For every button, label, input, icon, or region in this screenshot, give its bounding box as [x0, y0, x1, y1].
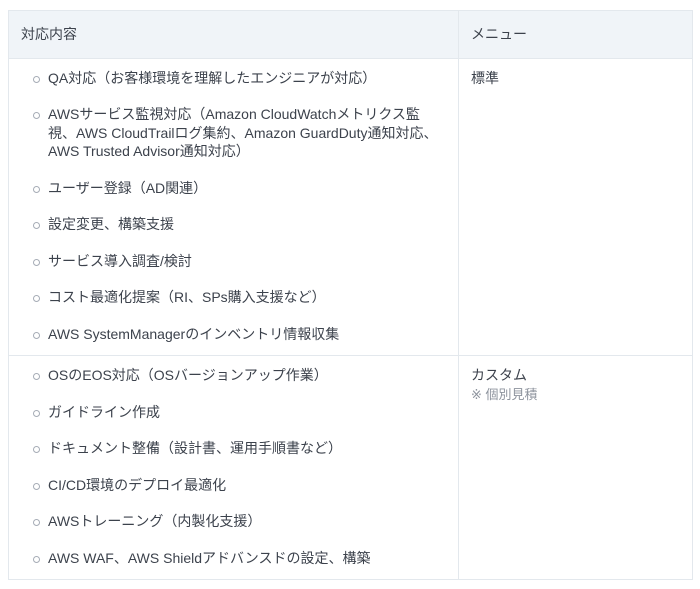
- list-item-text: AWSトレーニング（内製化支援）: [48, 513, 261, 529]
- header-menu-column: メニュー: [459, 11, 693, 59]
- list-item: AWSトレーニング（内製化支援）: [21, 512, 446, 531]
- list-item: AWS WAF、AWS Shieldアドバンスドの設定、構築: [21, 549, 446, 568]
- circle-bullet-icon: [33, 222, 40, 229]
- table-row-custom: OSのEOS対応（OSバージョンアップ作業） ガイドライン作成 ドキュメント整備…: [9, 356, 693, 580]
- list-item-text: サービス導入調査/検討: [48, 253, 192, 269]
- list-item-text: ドキュメント整備（設計書、運用手順書など）: [48, 440, 342, 456]
- list-item: CI/CD環境のデプロイ最適化: [21, 476, 446, 495]
- list-item: OSのEOS対応（OSバージョンアップ作業）: [21, 366, 446, 385]
- list-item: QA対応（お客様環境を理解したエンジニアが対応）: [21, 69, 446, 88]
- menu-value: カスタム: [471, 366, 680, 385]
- list-item-text: コスト最適化提案（RI、SPs購入支援など）: [48, 289, 326, 305]
- list-item-text: AWS SystemManagerのインベントリ情報収集: [48, 326, 339, 342]
- list-item: 設定変更、構築支援: [21, 215, 446, 234]
- header-row: 対応内容 メニュー: [9, 11, 693, 59]
- list-item-text: QA対応（お客様環境を理解したエンジニアが対応）: [48, 70, 376, 86]
- list-item-text: ユーザー登録（AD関連）: [48, 180, 207, 196]
- circle-bullet-icon: [33, 332, 40, 339]
- table-row-standard: QA対応（お客様環境を理解したエンジニアが対応） AWSサービス監視対応（Ama…: [9, 58, 693, 356]
- circle-bullet-icon: [33, 373, 40, 380]
- list-item: ドキュメント整備（設計書、運用手順書など）: [21, 439, 446, 458]
- circle-bullet-icon: [33, 446, 40, 453]
- content-cell-standard: QA対応（お客様環境を理解したエンジニアが対応） AWSサービス監視対応（Ama…: [9, 58, 459, 356]
- circle-bullet-icon: [33, 519, 40, 526]
- list-item: ガイドライン作成: [21, 403, 446, 422]
- service-menu-table: 対応内容 メニュー QA対応（お客様環境を理解したエンジニアが対応） AWSサー…: [8, 10, 693, 580]
- list-item: AWS SystemManagerのインベントリ情報収集: [21, 325, 446, 344]
- list-item-text: AWS WAF、AWS Shieldアドバンスドの設定、構築: [48, 550, 370, 566]
- list-item-text: 設定変更、構築支援: [48, 216, 174, 232]
- circle-bullet-icon: [33, 112, 40, 119]
- page: 対応内容 メニュー QA対応（お客様環境を理解したエンジニアが対応） AWSサー…: [0, 0, 700, 589]
- circle-bullet-icon: [33, 186, 40, 193]
- custom-item-list: OSのEOS対応（OSバージョンアップ作業） ガイドライン作成 ドキュメント整備…: [21, 366, 446, 567]
- list-item: サービス導入調査/検討: [21, 252, 446, 271]
- list-item-text: CI/CD環境のデプロイ最適化: [48, 477, 226, 493]
- list-item: ユーザー登録（AD関連）: [21, 179, 446, 198]
- menu-cell-custom: カスタム ※ 個別見積: [459, 356, 693, 580]
- list-item-text: AWSサービス監視対応（Amazon CloudWatchメトリクス監視、AWS…: [48, 106, 437, 159]
- header-content-column: 対応内容: [9, 11, 459, 59]
- circle-bullet-icon: [33, 483, 40, 490]
- content-cell-custom: OSのEOS対応（OSバージョンアップ作業） ガイドライン作成 ドキュメント整備…: [9, 356, 459, 580]
- list-item-text: ガイドライン作成: [48, 404, 160, 420]
- standard-item-list: QA対応（お客様環境を理解したエンジニアが対応） AWSサービス監視対応（Ama…: [21, 69, 446, 344]
- circle-bullet-icon: [33, 295, 40, 302]
- circle-bullet-icon: [33, 76, 40, 83]
- circle-bullet-icon: [33, 259, 40, 266]
- list-item-text: OSのEOS対応（OSバージョンアップ作業）: [48, 367, 328, 383]
- list-item: AWSサービス監視対応（Amazon CloudWatchメトリクス監視、AWS…: [21, 105, 446, 161]
- menu-note: ※ 個別見積: [471, 386, 680, 404]
- circle-bullet-icon: [33, 556, 40, 563]
- list-item: コスト最適化提案（RI、SPs購入支援など）: [21, 288, 446, 307]
- menu-value: 標準: [471, 69, 680, 88]
- circle-bullet-icon: [33, 410, 40, 417]
- menu-cell-standard: 標準: [459, 58, 693, 356]
